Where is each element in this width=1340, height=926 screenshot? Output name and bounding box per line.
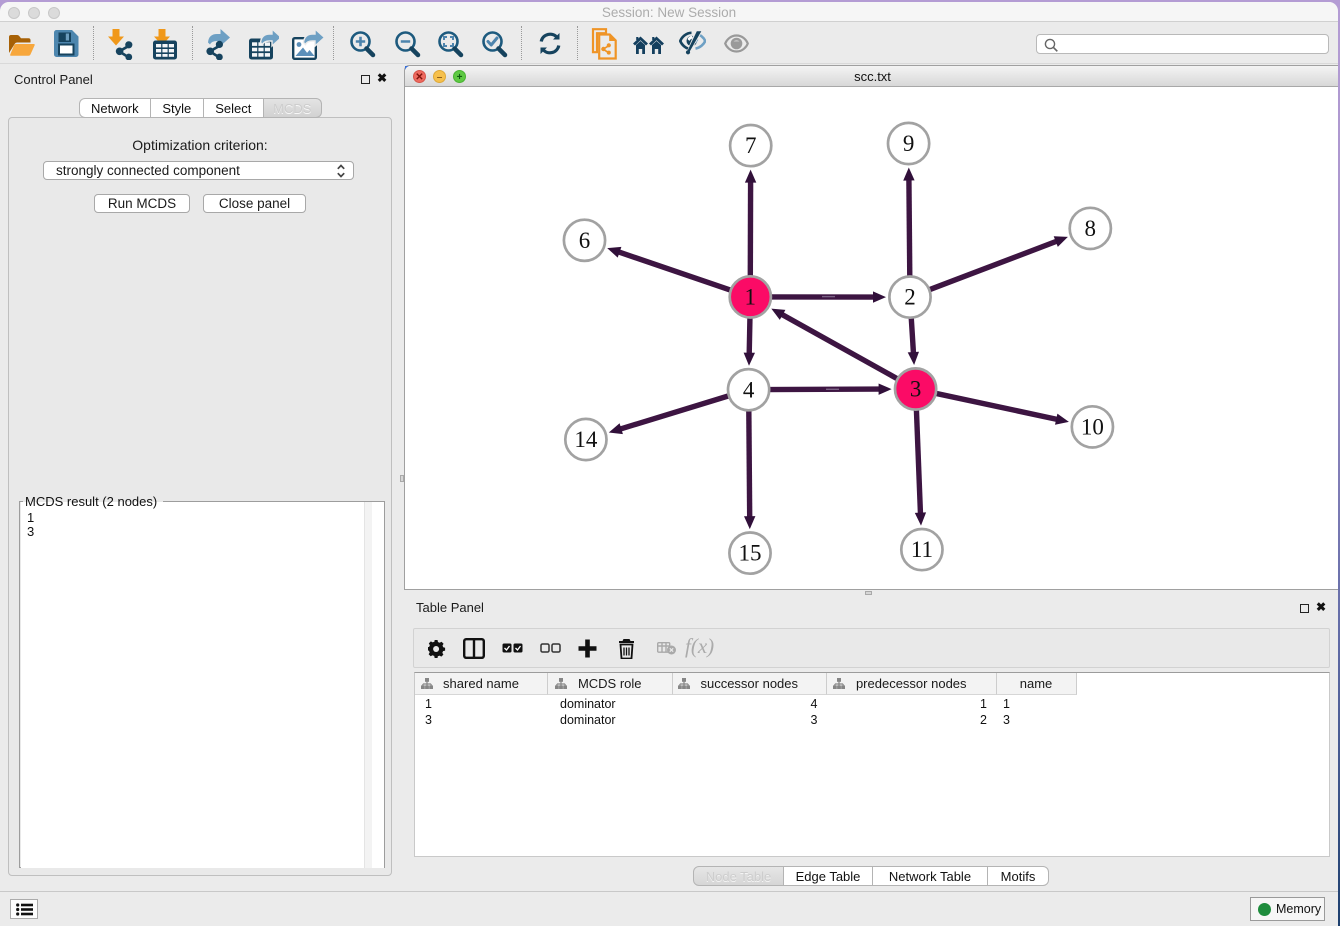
svg-text:4: 4 — [743, 377, 755, 402]
svg-text:3: 3 — [910, 377, 922, 402]
svg-text:11: 11 — [911, 537, 933, 562]
svg-text:14: 14 — [574, 427, 598, 452]
svg-text:15: 15 — [739, 541, 762, 566]
svg-text:10: 10 — [1081, 415, 1104, 440]
svg-text:9: 9 — [903, 131, 915, 156]
svg-text:8: 8 — [1085, 216, 1097, 241]
svg-text:1: 1 — [745, 285, 757, 310]
svg-text:2: 2 — [904, 285, 916, 310]
svg-text:7: 7 — [745, 133, 757, 158]
svg-text:6: 6 — [579, 228, 591, 253]
